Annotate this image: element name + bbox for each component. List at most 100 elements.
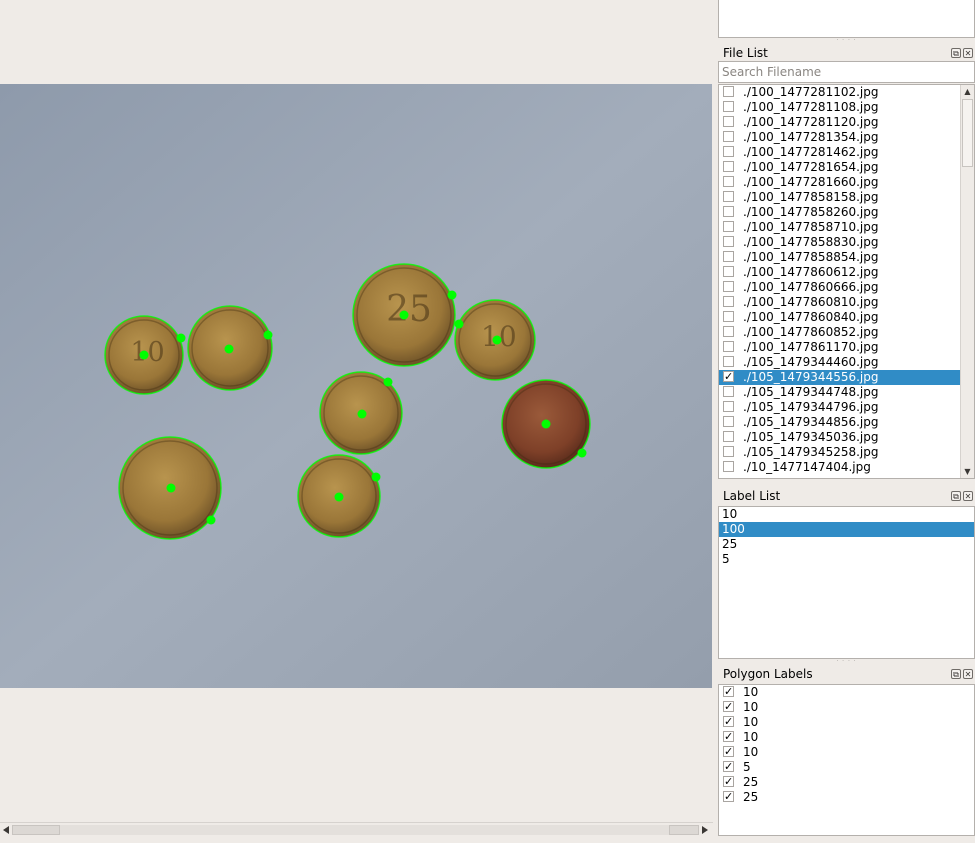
polygon-vertex[interactable] bbox=[447, 290, 457, 300]
checkbox[interactable] bbox=[723, 161, 734, 172]
scroll-track[interactable] bbox=[12, 825, 699, 835]
checkbox[interactable]: ✓ bbox=[723, 371, 734, 382]
polygon-vertex[interactable] bbox=[224, 344, 234, 354]
checkbox[interactable]: ✓ bbox=[723, 761, 734, 772]
file-list-item[interactable]: ./10_1477147404.jpg bbox=[719, 460, 974, 475]
checkbox[interactable] bbox=[723, 191, 734, 202]
canvas-area[interactable]: 102510 bbox=[0, 0, 713, 822]
checkbox[interactable]: ✓ bbox=[723, 701, 734, 712]
file-list-item[interactable]: ./100_1477860612.jpg bbox=[719, 265, 974, 280]
checkbox[interactable] bbox=[723, 311, 734, 322]
file-list-item[interactable]: ./105_1479344856.jpg bbox=[719, 415, 974, 430]
checkbox[interactable] bbox=[723, 386, 734, 397]
polygon-vertex[interactable] bbox=[383, 377, 393, 387]
close-icon[interactable]: ✕ bbox=[963, 48, 973, 58]
checkbox[interactable]: ✓ bbox=[723, 686, 734, 697]
file-list-item[interactable]: ./100_1477281354.jpg bbox=[719, 130, 974, 145]
scroll-thumb[interactable] bbox=[12, 825, 60, 835]
checkbox[interactable] bbox=[723, 101, 734, 112]
checkbox[interactable] bbox=[723, 146, 734, 157]
file-list-item[interactable]: ./100_1477858260.jpg bbox=[719, 205, 974, 220]
file-list-item[interactable]: ./100_1477858710.jpg bbox=[719, 220, 974, 235]
coin-polygon[interactable]: 25 bbox=[352, 263, 457, 367]
file-list-item[interactable]: ./105_1479344796.jpg bbox=[719, 400, 974, 415]
file-list-item[interactable]: ./100_1477281462.jpg bbox=[719, 145, 974, 160]
file-list-item[interactable]: ./100_1477858158.jpg bbox=[719, 190, 974, 205]
label-list-item[interactable]: 5 bbox=[719, 552, 974, 567]
file-list-item[interactable]: ./100_1477281102.jpg bbox=[719, 85, 974, 100]
polygon-label-item[interactable]: ✓ 25 bbox=[719, 775, 974, 790]
horizontal-scrollbar[interactable] bbox=[0, 822, 713, 837]
file-list[interactable]: ./100_1477281102.jpg ./100_1477281108.jpg… bbox=[718, 84, 975, 479]
file-list-item[interactable]: ./100_1477858854.jpg bbox=[719, 250, 974, 265]
file-list-item[interactable]: ./100_1477860852.jpg bbox=[719, 325, 974, 340]
polygon-label-item[interactable]: ✓ 10 bbox=[719, 745, 974, 760]
polygon-vertex[interactable] bbox=[176, 333, 186, 343]
polygon-label-item[interactable]: ✓ 10 bbox=[719, 730, 974, 745]
polygon-label-item[interactable]: ✓ 5 bbox=[719, 760, 974, 775]
label-list[interactable]: 10 100 25 5 bbox=[718, 506, 975, 659]
dock-resize-grip[interactable]: · · · · bbox=[718, 659, 975, 665]
polygon-label-item[interactable]: ✓ 25 bbox=[719, 790, 974, 805]
coin-polygon[interactable] bbox=[297, 454, 381, 538]
checkbox[interactable] bbox=[723, 221, 734, 232]
label-list-item[interactable]: 25 bbox=[719, 537, 974, 552]
polygon-vertex[interactable] bbox=[492, 335, 502, 345]
file-list-item[interactable]: ./100_1477860666.jpg bbox=[719, 280, 974, 295]
file-list-scroll-thumb[interactable] bbox=[962, 99, 973, 167]
checkbox[interactable] bbox=[723, 446, 734, 457]
polygon-vertex[interactable] bbox=[577, 448, 587, 458]
polygon-vertex[interactable] bbox=[263, 330, 273, 340]
float-icon[interactable]: ⧉ bbox=[951, 669, 961, 679]
coin-polygon[interactable] bbox=[187, 305, 273, 391]
label-list-item[interactable]: 10 bbox=[719, 507, 974, 522]
polygon-vertex[interactable] bbox=[371, 472, 381, 482]
polygon-label-item[interactable]: ✓ 10 bbox=[719, 715, 974, 730]
file-list-item[interactable]: ./100_1477281120.jpg bbox=[719, 115, 974, 130]
checkbox[interactable] bbox=[723, 86, 734, 97]
checkbox[interactable]: ✓ bbox=[723, 776, 734, 787]
polygon-labels-list[interactable]: ✓ 10 ✓ 10 ✓ 10 ✓ 10 ✓ 10 ✓ 5 ✓ 25 ✓ 25 bbox=[718, 684, 975, 836]
checkbox[interactable]: ✓ bbox=[723, 716, 734, 727]
checkbox[interactable] bbox=[723, 461, 734, 472]
scroll-up-icon[interactable]: ▲ bbox=[961, 85, 974, 98]
polygon-vertex[interactable] bbox=[541, 419, 551, 429]
polygon-label-item[interactable]: ✓ 10 bbox=[719, 700, 974, 715]
close-icon[interactable]: ✕ bbox=[963, 669, 973, 679]
coin-polygon[interactable] bbox=[319, 371, 403, 455]
checkbox[interactable] bbox=[723, 131, 734, 142]
polygon-label-item[interactable]: ✓ 10 bbox=[719, 685, 974, 700]
checkbox[interactable] bbox=[723, 251, 734, 262]
polygon-vertex[interactable] bbox=[166, 483, 176, 493]
file-list-item[interactable]: ./105_1479345036.jpg bbox=[719, 430, 974, 445]
coin-polygon[interactable] bbox=[118, 436, 222, 540]
checkbox[interactable] bbox=[723, 116, 734, 127]
float-icon[interactable]: ⧉ bbox=[951, 48, 961, 58]
scroll-down-icon[interactable]: ▼ bbox=[961, 465, 974, 478]
scroll-right-icon[interactable] bbox=[699, 823, 711, 837]
file-list-scrollbar[interactable]: ▲ ▼ bbox=[960, 85, 974, 478]
annotation-canvas[interactable]: 102510 bbox=[0, 84, 712, 688]
checkbox[interactable] bbox=[723, 296, 734, 307]
file-list-item[interactable]: ./105_1479344748.jpg bbox=[719, 385, 974, 400]
checkbox[interactable] bbox=[723, 176, 734, 187]
checkbox[interactable] bbox=[723, 341, 734, 352]
file-list-item[interactable]: ./105_1479344460.jpg bbox=[719, 355, 974, 370]
file-list-item[interactable]: ./100_1477858830.jpg bbox=[719, 235, 974, 250]
coin-polygon[interactable] bbox=[501, 379, 591, 469]
float-icon[interactable]: ⧉ bbox=[951, 491, 961, 501]
polygon-vertex[interactable] bbox=[206, 515, 216, 525]
polygon-vertex[interactable] bbox=[399, 310, 409, 320]
checkbox[interactable] bbox=[723, 356, 734, 367]
checkbox[interactable] bbox=[723, 326, 734, 337]
polygon-vertex[interactable] bbox=[334, 492, 344, 502]
checkbox[interactable] bbox=[723, 236, 734, 247]
polygon-vertex[interactable] bbox=[454, 319, 464, 329]
checkbox[interactable] bbox=[723, 401, 734, 412]
file-list-item[interactable]: ./100_1477281654.jpg bbox=[719, 160, 974, 175]
file-list-item[interactable]: ./100_1477861170.jpg bbox=[719, 340, 974, 355]
scroll-left-icon[interactable] bbox=[0, 823, 12, 837]
polygon-vertex[interactable] bbox=[139, 350, 149, 360]
label-list-item[interactable]: 100 bbox=[719, 522, 974, 537]
checkbox[interactable]: ✓ bbox=[723, 791, 734, 802]
